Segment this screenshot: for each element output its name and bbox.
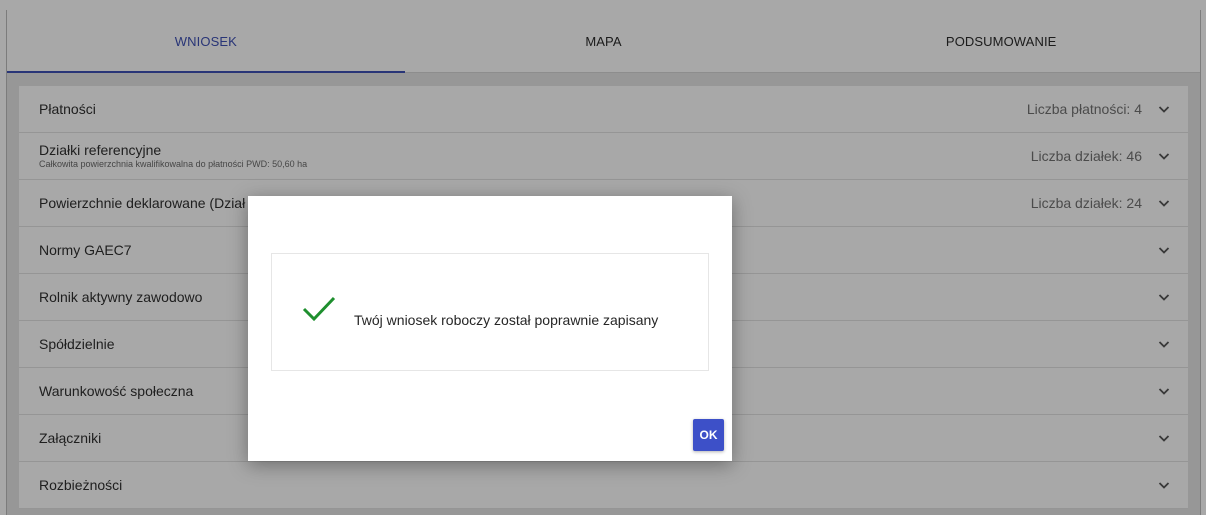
save-confirmation-dialog: Twój wniosek roboczy został poprawnie za…	[248, 196, 732, 461]
ok-button[interactable]: OK	[693, 419, 724, 451]
message-box: Twój wniosek roboczy został poprawnie za…	[271, 253, 709, 371]
confirmation-message: Twój wniosek roboczy został poprawnie za…	[354, 312, 659, 328]
checkmark-icon	[302, 296, 336, 322]
